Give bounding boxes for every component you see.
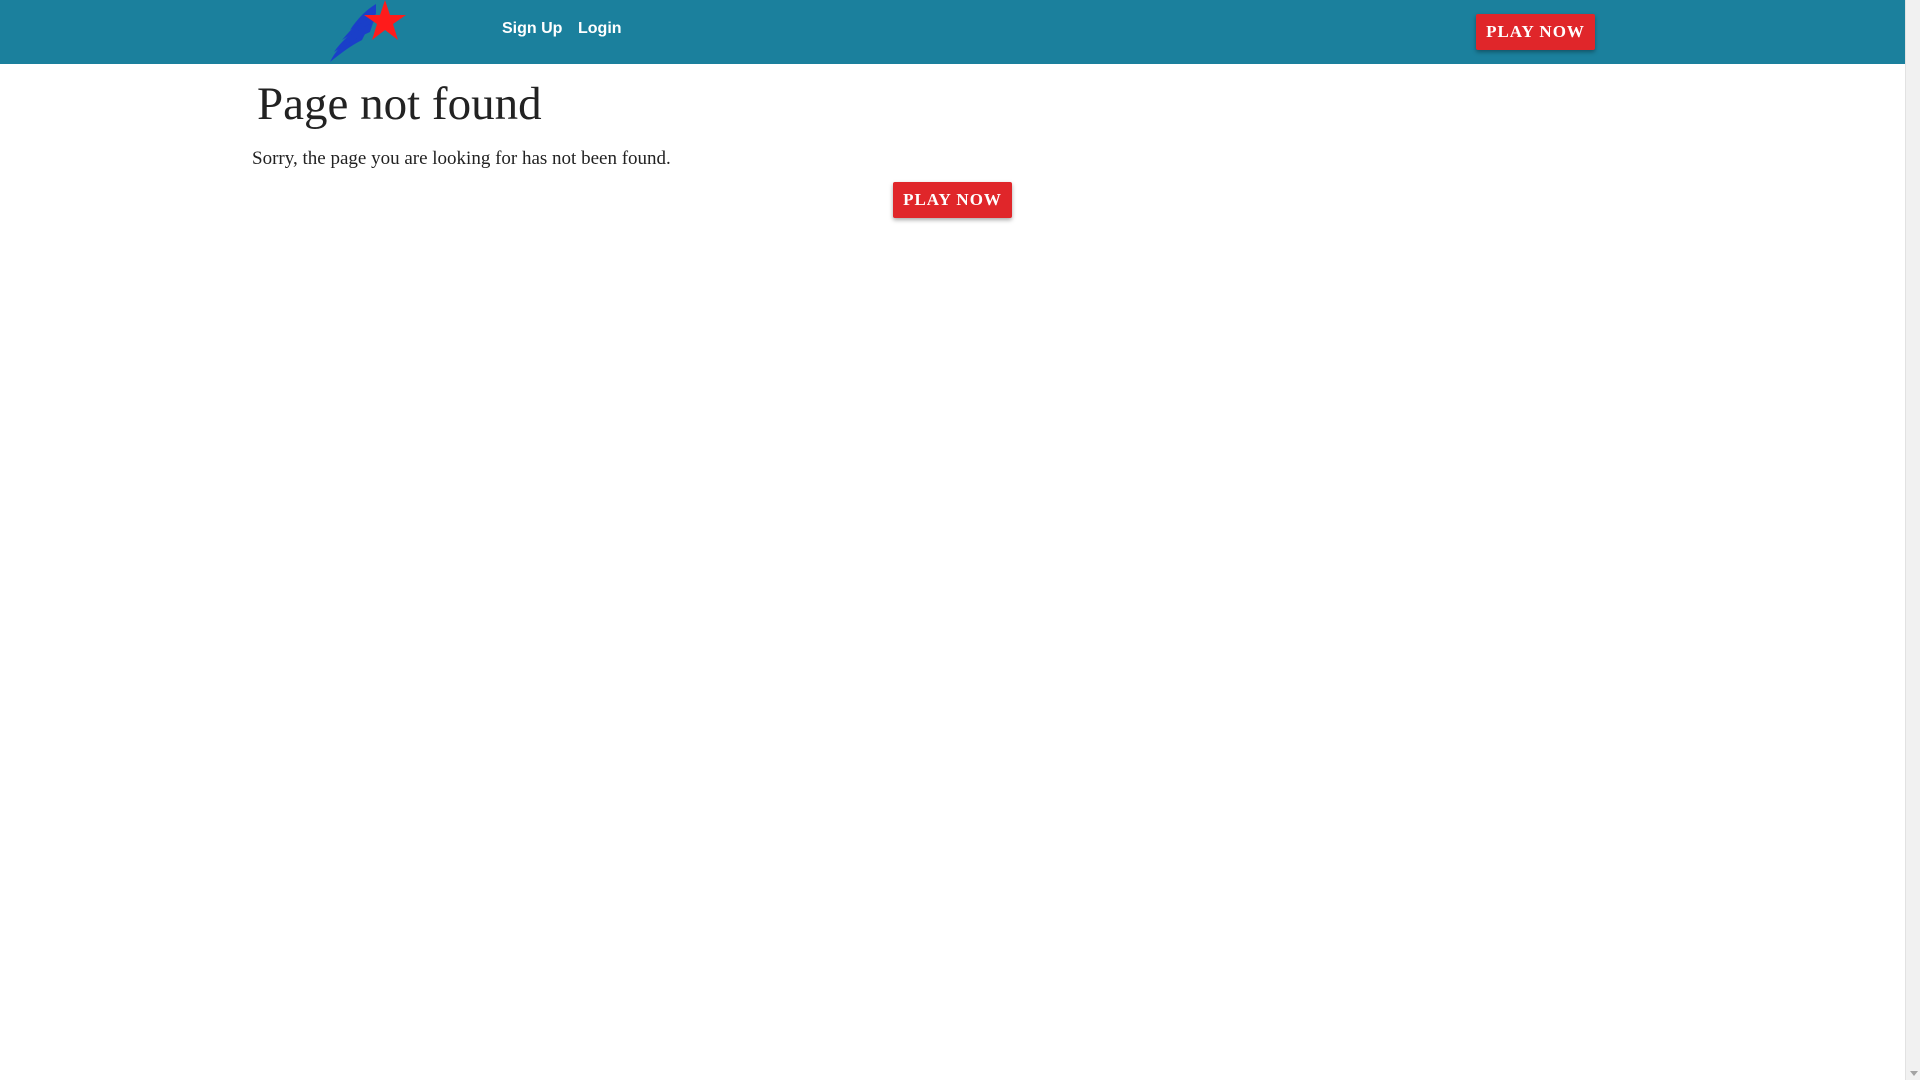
page-title: Page not found — [257, 78, 542, 130]
nav-signup-link[interactable]: Sign Up — [502, 19, 562, 39]
main-play-now-button[interactable]: PLAY NOW — [893, 182, 1012, 218]
page: Sign Up Login PLAY NOW Page not found So… — [0, 0, 1905, 1080]
shooting-star-logo-icon — [330, 0, 406, 62]
header-play-now-button[interactable]: PLAY NOW — [1476, 14, 1595, 50]
top-navigation-bar: Sign Up Login PLAY NOW — [0, 0, 1905, 64]
scroll-down-arrow-icon[interactable] — [1910, 1071, 1918, 1076]
not-found-message: Sorry, the page you are looking for has … — [252, 148, 671, 169]
vertical-scrollbar[interactable] — [1905, 0, 1920, 1080]
nav-login-link[interactable]: Login — [578, 19, 622, 39]
site-logo-link[interactable] — [328, 0, 412, 64]
